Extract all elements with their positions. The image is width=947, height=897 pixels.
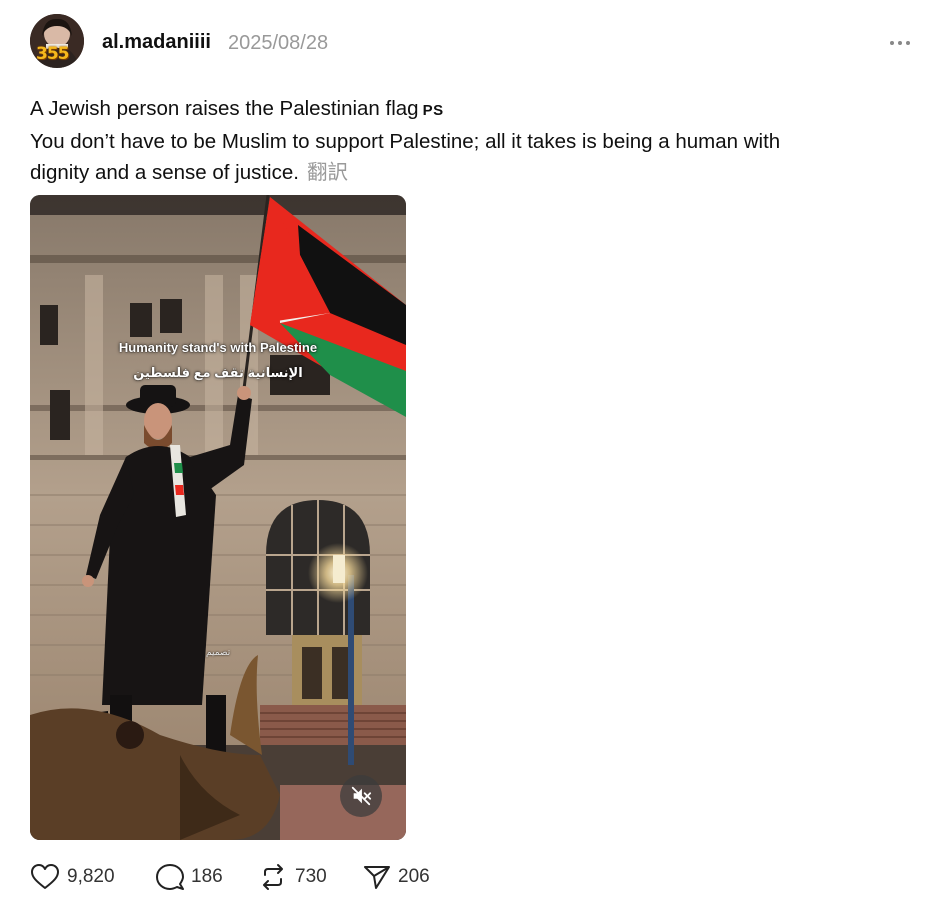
avatar[interactable]: 355 xyxy=(30,14,84,68)
mute-toggle-button[interactable] xyxy=(340,775,382,817)
more-options-button[interactable] xyxy=(884,30,916,56)
repost-button[interactable]: 730 xyxy=(258,860,327,894)
comment-button[interactable]: 186 xyxy=(156,860,223,894)
repost-icon xyxy=(263,864,283,890)
video-caption-english: Humanity stand's with Palestine xyxy=(118,340,318,355)
send-icon xyxy=(364,866,390,889)
more-horizontal-icon xyxy=(890,41,894,45)
share-count: 206 xyxy=(398,866,430,887)
volume-muted-icon xyxy=(351,786,372,806)
caption-line-3: dignity and a sense of justice. 翻訳 xyxy=(30,161,348,184)
thread-post: 355 al.madaniiii 2025/08/28 A Jewish per… xyxy=(0,0,947,897)
caption-line-2: You don’t have to be Muslim to support P… xyxy=(30,130,781,153)
post-caption: A Jewish person raises the Palestinian f… xyxy=(30,93,910,188)
share-button[interactable]: 206 xyxy=(363,860,430,894)
comment-count: 186 xyxy=(191,866,223,887)
video-watermark: تصميم xyxy=(206,647,231,657)
username[interactable]: al.madaniiii xyxy=(102,31,211,54)
repost-count: 730 xyxy=(295,866,327,887)
like-count: 9,820 xyxy=(67,866,115,887)
post-video[interactable]: Humanity stand's with Palestine الإنساني… xyxy=(30,195,406,840)
video-frame xyxy=(30,195,406,840)
avatar-badge: 355 xyxy=(36,44,69,64)
flag-tag: PS xyxy=(422,102,444,119)
caption-line-1: A Jewish person raises the Palestinian f… xyxy=(30,97,444,120)
comment-icon xyxy=(156,864,184,890)
post-timestamp[interactable]: 2025/08/28 xyxy=(228,32,328,55)
translate-link[interactable]: 翻訳 xyxy=(307,161,348,184)
video-caption-arabic: الإنسانية تقف مع فلسطين xyxy=(133,365,303,380)
like-button[interactable]: 9,820 xyxy=(30,860,115,894)
heart-icon xyxy=(31,864,59,889)
